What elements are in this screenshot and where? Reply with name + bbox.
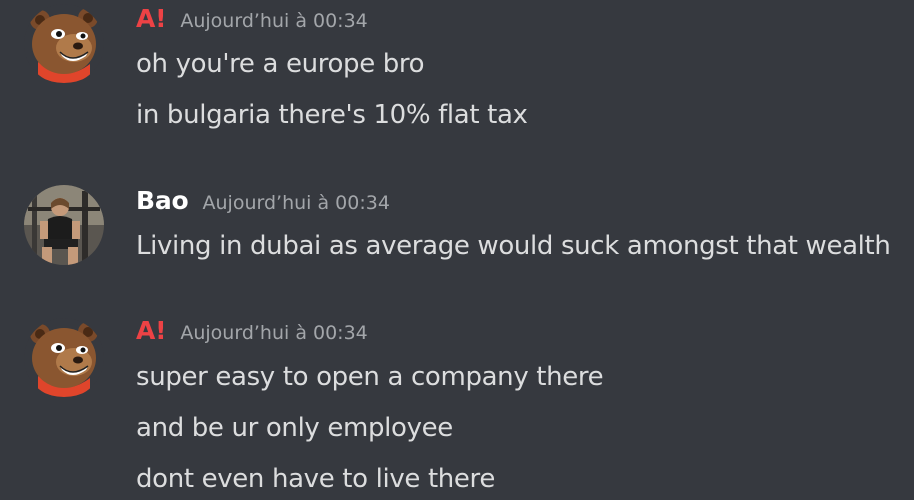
username[interactable]: Bao bbox=[136, 186, 189, 215]
user-avatar[interactable] bbox=[24, 4, 104, 84]
message-header: A! Aujourd’hui à 00:34 bbox=[136, 4, 368, 38]
message-text: and be ur only employee bbox=[136, 413, 453, 443]
bear-avatar-icon bbox=[24, 4, 104, 84]
message-text: oh you're a europe bro bbox=[136, 49, 425, 79]
message-text: Living in dubai as average would suck am… bbox=[136, 231, 891, 261]
message-text: dont even have to live there bbox=[136, 464, 495, 494]
bear-avatar-icon bbox=[24, 318, 104, 398]
username[interactable]: A! bbox=[136, 4, 167, 33]
timestamp[interactable]: Aujourd’hui à 00:34 bbox=[203, 192, 390, 214]
message-text: super easy to open a company there bbox=[136, 362, 604, 392]
username[interactable]: A! bbox=[136, 316, 167, 345]
user-avatar[interactable] bbox=[24, 318, 104, 398]
gym-photo-avatar-icon bbox=[24, 185, 104, 265]
message-header: A! Aujourd’hui à 00:34 bbox=[136, 316, 368, 350]
timestamp[interactable]: Aujourd’hui à 00:34 bbox=[180, 322, 367, 344]
timestamp[interactable]: Aujourd’hui à 00:34 bbox=[180, 10, 367, 32]
message-header: Bao Aujourd’hui à 00:34 bbox=[136, 186, 390, 220]
message-text: in bulgaria there's 10% flat tax bbox=[136, 100, 528, 130]
user-avatar[interactable] bbox=[24, 185, 104, 265]
